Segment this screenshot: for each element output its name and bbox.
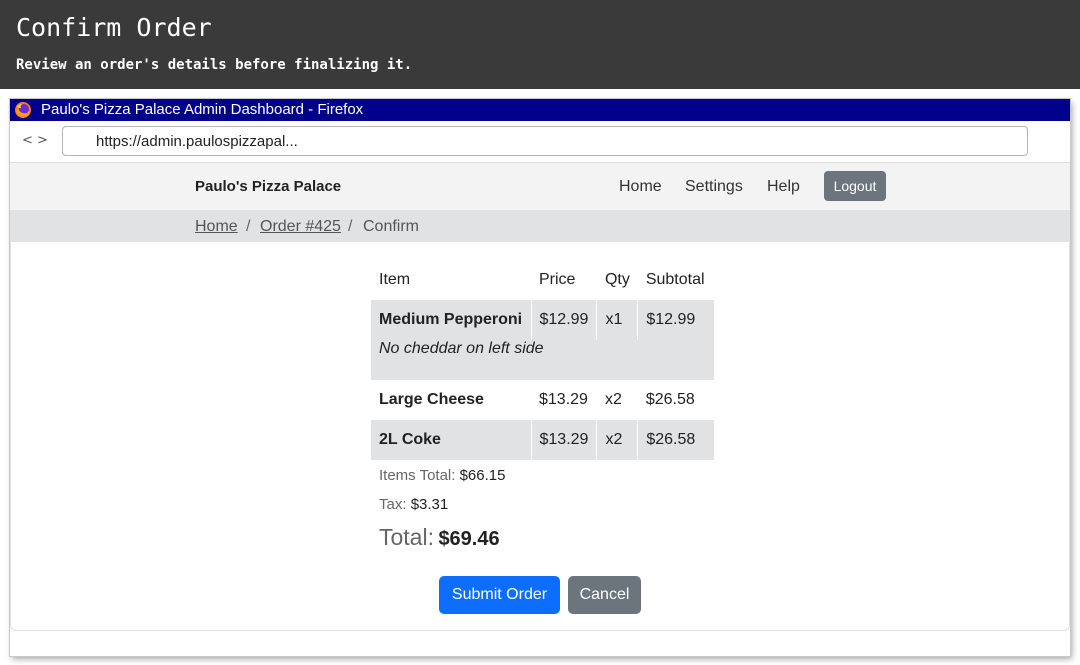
- tax-value: $3.31: [410, 496, 449, 513]
- breadcrumb-home[interactable]: Home: [195, 218, 238, 235]
- item-price: $12.99: [530, 300, 597, 340]
- tax-line: Tax: $3.31: [379, 496, 448, 513]
- table-row: Large Cheese $13.29 x2 $26.58: [371, 380, 714, 420]
- nav-home[interactable]: Home: [619, 178, 662, 196]
- breadcrumb-separator: /: [246, 218, 251, 235]
- item-name: Medium Pepperoni: [371, 300, 531, 340]
- browser-window: Paulo's Pizza Palace Admin Dashboard - F…: [10, 99, 1070, 656]
- window-titlebar: Paulo's Pizza Palace Admin Dashboard - F…: [10, 99, 1070, 121]
- task-subtitle: Review an order's details before finaliz…: [16, 57, 413, 73]
- breadcrumb-separator: /: [348, 218, 353, 235]
- item-name: 2L Coke: [371, 420, 531, 460]
- firefox-icon: [15, 102, 31, 118]
- item-price: $13.29: [530, 420, 597, 460]
- task-title: Confirm Order: [16, 13, 212, 42]
- column-header-subtotal: Subtotal: [645, 271, 705, 288]
- back-button[interactable]: <: [22, 134, 33, 148]
- nav-help[interactable]: Help: [767, 178, 800, 196]
- site-brand[interactable]: Paulo's Pizza Palace: [195, 178, 341, 196]
- item-price: $13.29: [539, 391, 588, 408]
- column-header-price: Price: [539, 271, 576, 288]
- item-qty: x2: [604, 391, 622, 408]
- window-title: Paulo's Pizza Palace Admin Dashboard - F…: [41, 101, 364, 118]
- site-header: Paulo's Pizza Palace Home Settings Help …: [10, 163, 1070, 210]
- table-row: Medium Pepperoni $12.99 x1 $12.99: [371, 300, 714, 340]
- table-header-row: Item Price Qty Subtotal: [371, 260, 714, 300]
- item-qty: x1: [596, 300, 638, 340]
- table-row: 2L Coke $13.29 x2 $26.58: [371, 420, 714, 460]
- table-row-note: No cheddar on left side: [371, 340, 714, 380]
- items-total-value: $66.15: [459, 467, 506, 484]
- breadcrumb: Home / Order #425 / Confirm: [10, 210, 1070, 242]
- item-qty: x2: [596, 420, 638, 460]
- submit-order-button[interactable]: Submit Order: [439, 576, 560, 614]
- nav-settings[interactable]: Settings: [685, 178, 743, 196]
- breadcrumb-order[interactable]: Order #425: [260, 218, 341, 235]
- item-note: No cheddar on left side: [371, 340, 714, 380]
- items-total-label: Items Total:: [379, 467, 456, 484]
- item-subtotal: $26.58: [637, 420, 714, 460]
- total-label: Total:: [379, 524, 434, 550]
- item-subtotal: $26.58: [645, 391, 695, 408]
- item-name: Large Cheese: [379, 391, 484, 408]
- column-header-qty: Qty: [604, 271, 630, 288]
- item-subtotal: $12.99: [637, 300, 714, 340]
- task-banner: Confirm Order Review an order's details …: [0, 0, 1080, 89]
- url-text: https://admin.paulospizzapal...: [96, 133, 298, 150]
- tax-label: Tax:: [379, 496, 407, 513]
- items-total: Items Total: $66.15: [379, 467, 505, 484]
- column-header-item: Item: [379, 271, 411, 288]
- order-card: Item Price Qty Subtotal Medium Pepperoni…: [10, 242, 1070, 631]
- total-value: $69.46: [438, 528, 500, 550]
- address-bar[interactable]: https://admin.paulospizzapal...: [62, 126, 1028, 156]
- grand-total: Total: $69.46: [379, 524, 500, 551]
- order-table: Item Price Qty Subtotal Medium Pepperoni…: [371, 260, 714, 460]
- browser-navbar: < > https://admin.paulospizzapal...: [10, 121, 1070, 163]
- logout-button[interactable]: Logout: [824, 171, 886, 201]
- cancel-button[interactable]: Cancel: [568, 576, 641, 614]
- breadcrumb-current: Confirm: [363, 218, 420, 235]
- forward-button[interactable]: >: [37, 134, 48, 148]
